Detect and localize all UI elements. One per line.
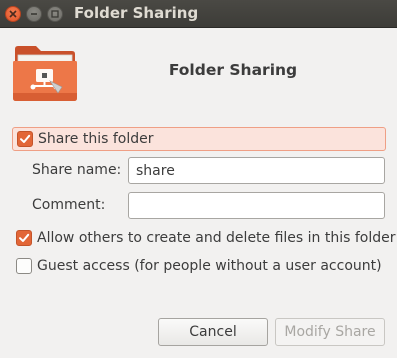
comment-label: Comment: xyxy=(32,197,106,213)
share-name-label: Share name: xyxy=(32,162,122,178)
guest-access-label: Guest access (for people without a user … xyxy=(37,258,382,274)
minimize-icon[interactable] xyxy=(26,6,42,22)
checkbox-checked-icon[interactable] xyxy=(16,230,32,246)
close-icon[interactable] xyxy=(5,6,21,22)
cancel-button[interactable]: Cancel xyxy=(158,318,268,346)
page-title: Folder Sharing xyxy=(168,61,298,79)
window-title: Folder Sharing xyxy=(74,4,199,22)
allow-others-label: Allow others to create and delete files … xyxy=(37,230,396,246)
share-folder-label: Share this folder xyxy=(38,131,154,147)
allow-others-checkbox[interactable]: Allow others to create and delete files … xyxy=(12,226,396,250)
modify-share-button[interactable]: Modify Share xyxy=(275,318,385,346)
maximize-icon[interactable] xyxy=(47,6,63,22)
checkbox-unchecked-icon[interactable] xyxy=(16,258,32,274)
share-name-input[interactable] xyxy=(128,157,385,184)
checkbox-checked-icon[interactable] xyxy=(17,131,33,147)
comment-input[interactable] xyxy=(128,192,385,219)
share-folder-checkbox[interactable]: Share this folder xyxy=(12,127,386,151)
guest-access-checkbox[interactable]: Guest access (for people without a user … xyxy=(12,254,382,278)
title-bar: Folder Sharing xyxy=(0,0,397,28)
